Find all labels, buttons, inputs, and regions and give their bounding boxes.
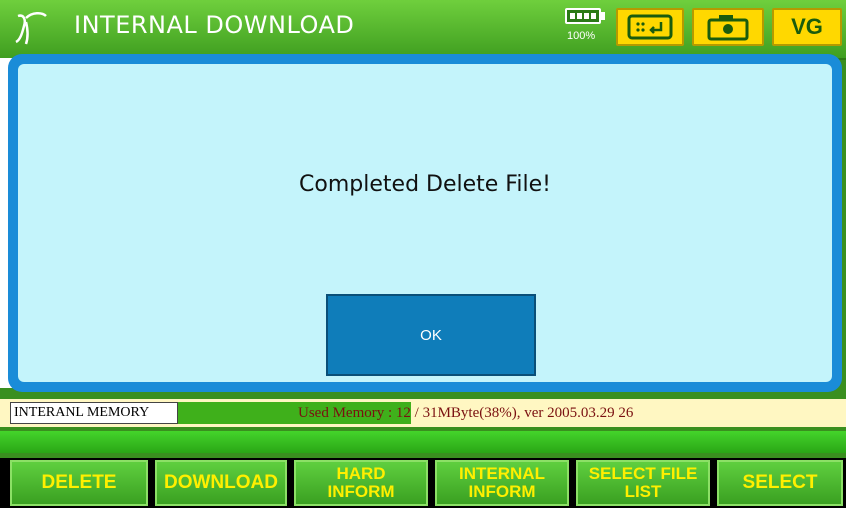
internal-inform-line1: INTERNAL — [459, 464, 545, 483]
internal-inform-line2: INFORM — [468, 482, 536, 501]
camera-button[interactable] — [692, 8, 764, 46]
dialog-message: Completed Delete File! — [299, 172, 551, 197]
app-frame: INTERNAL DOWNLOAD 100% VG Completed Dele… — [0, 0, 846, 508]
download-button-label: DOWNLOAD — [164, 472, 278, 493]
delete-button[interactable]: DELETE — [10, 460, 148, 506]
battery-icon: 100% — [565, 8, 609, 48]
hard-inform-button[interactable]: HARD INFORM — [294, 460, 428, 506]
memory-used-suffix: / 31MByte(38%), ver 2005.03.29 26 — [410, 405, 634, 421]
status-bar — [0, 431, 846, 453]
vg-button[interactable]: VG — [772, 8, 842, 46]
delete-button-label: DELETE — [41, 472, 117, 493]
select-button-label: SELECT — [742, 472, 818, 493]
vg-label: VG — [791, 14, 823, 39]
softkey-bar: DELETE DOWNLOAD HARD INFORM INTERNAL INF… — [0, 458, 846, 508]
select-file-list-line1: SELECT FILE — [588, 464, 698, 483]
memory-usage-text: Used Memory : 12 / 31MByte(38%), ver 200… — [298, 402, 633, 424]
dialog-body: Completed Delete File! OK — [18, 64, 832, 382]
ok-button[interactable]: OK — [326, 294, 536, 376]
message-dialog: Completed Delete File! OK — [8, 54, 842, 392]
camera-icon — [707, 15, 749, 41]
memory-usage-bar: Used Memory : 12 / 31MByte(38%), ver 200… — [178, 402, 838, 424]
internal-inform-button[interactable]: INTERNAL INFORM — [435, 460, 569, 506]
select-file-list-line2: LIST — [624, 482, 662, 501]
memory-status-row: INTERANL MEMORY Used Memory : 12 / 31MBy… — [0, 399, 846, 427]
battery-percent: 100% — [567, 30, 596, 42]
logo-icon — [15, 12, 47, 45]
select-button[interactable]: SELECT — [717, 460, 843, 506]
keyboard-enter-button[interactable] — [616, 8, 684, 46]
hard-inform-line2: INFORM — [327, 482, 395, 501]
window-title: INTERNAL DOWNLOAD — [74, 11, 355, 39]
hard-inform-line1: HARD — [336, 464, 386, 483]
memory-label: INTERANL MEMORY — [10, 402, 178, 424]
select-file-list-button[interactable]: SELECT FILE LIST — [576, 460, 710, 506]
keyboard-enter-icon — [627, 14, 673, 40]
download-button[interactable]: DOWNLOAD — [155, 460, 287, 506]
memory-used-prefix: Used Memory : 12 — [298, 405, 411, 421]
title-bar: INTERNAL DOWNLOAD 100% VG — [0, 0, 846, 60]
